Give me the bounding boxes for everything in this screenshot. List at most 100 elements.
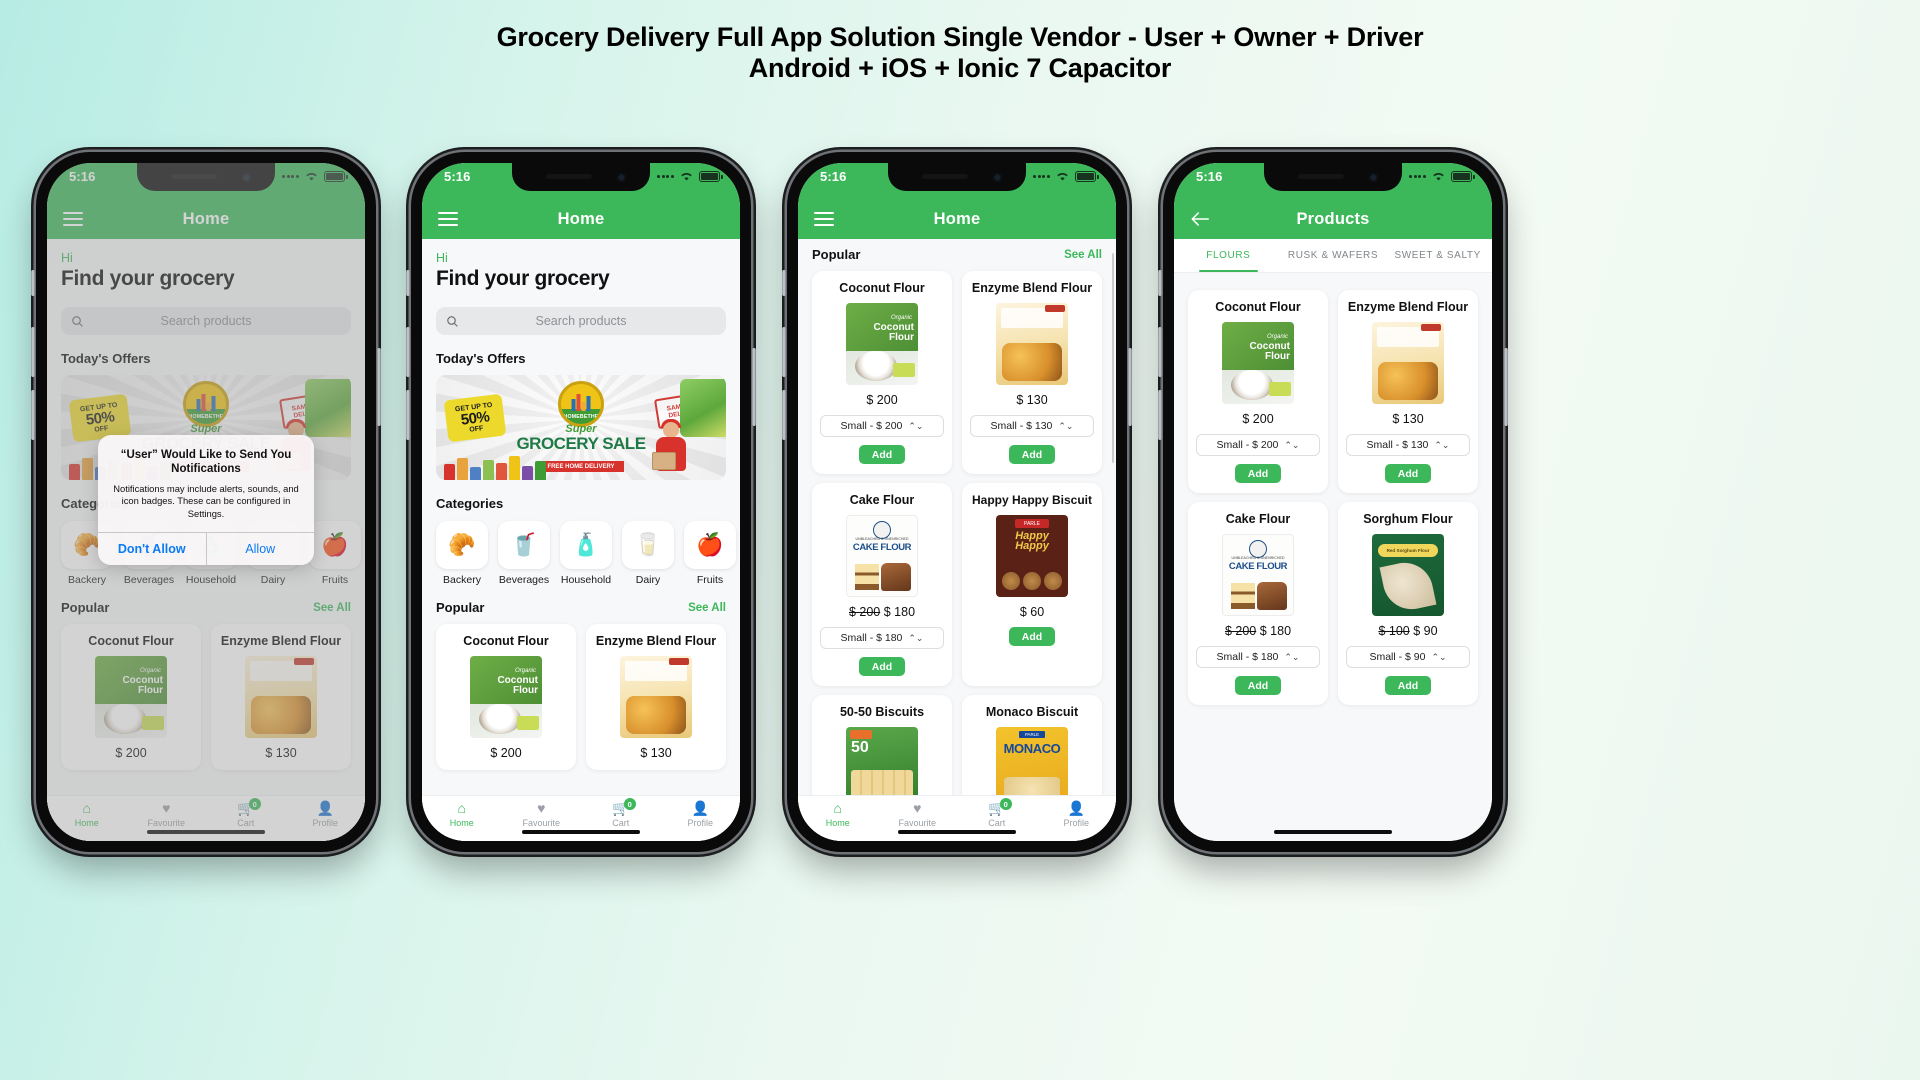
tab-profile[interactable]: 👤 Profile xyxy=(1037,801,1117,828)
chevron-updown-icon: ⌃⌄ xyxy=(1284,439,1300,450)
popular-scroll-view[interactable]: Popular See All Coconut Flour Organic Coc… xyxy=(798,239,1116,841)
bottom-tab-bar: ⌂ Home ♥ Favourite 0 🛒 Cart 👤 Profile xyxy=(798,795,1116,841)
tab-profile[interactable]: 👤 Profile xyxy=(661,801,741,828)
size-select-value: Small - $ 90 xyxy=(1369,651,1426,663)
products-grid-row: Cake Flour UNBLEACHED & UNENRICHED CAKE F… xyxy=(1188,502,1478,705)
size-select[interactable]: Small - $ 200 ⌃⌄ xyxy=(1196,434,1320,456)
product-card[interactable]: Happy Happy Biscuit PARLE Happy Happy $ 60… xyxy=(962,483,1102,686)
apple-icon: 🍎 xyxy=(684,521,736,569)
products-grid-row: Cake Flour UNBLEACHED & UNENRICHED CAKE F… xyxy=(812,483,1102,686)
page-title: Grocery Delivery Full App Solution Singl… xyxy=(0,22,1920,83)
back-arrow-icon[interactable] xyxy=(1190,209,1212,229)
dont-allow-button[interactable]: Don't Allow xyxy=(98,533,207,566)
hamburger-icon[interactable] xyxy=(814,212,834,226)
search-input[interactable]: Search products xyxy=(436,307,726,335)
product-old-price: $ 100 xyxy=(1378,624,1410,638)
categories-section-title: Categories xyxy=(436,496,504,511)
product-card[interactable]: Cake Flour UNBLEACHED & UNENRICHED CAKE F… xyxy=(812,483,952,686)
see-all-link[interactable]: See All xyxy=(1064,249,1102,261)
tab-cart[interactable]: 0 🛒 Cart xyxy=(581,798,661,828)
phone-mockups-row: 5:16 Home Hi Find your grocery Search pr… xyxy=(0,142,1920,862)
power-button xyxy=(377,348,381,426)
product-card[interactable]: Coconut Flour Organic Coconut Flour $ 200 … xyxy=(1188,290,1328,493)
product-price: $ 130 xyxy=(1392,412,1424,426)
tab-home[interactable]: ⌂ Home xyxy=(422,801,502,828)
volume-down-button xyxy=(782,390,786,440)
products-grid-row: Coconut Flour Organic Coconut Flour $ 200 … xyxy=(812,271,1102,474)
add-button[interactable]: Add xyxy=(859,445,905,464)
products-scroll-view[interactable]: FLOURS RUSK & WAFERS SWEET & SALTY Cocon… xyxy=(1174,239,1492,841)
bottom-tab-bar: ⌂ Home ♥ Favourite 0 🛒 Cart 👤 Profile xyxy=(422,795,740,841)
add-button[interactable]: Add xyxy=(1009,445,1055,464)
status-time: 5:16 xyxy=(820,169,847,184)
add-button[interactable]: Add xyxy=(1385,676,1431,695)
see-all-link[interactable]: See All xyxy=(688,602,726,614)
product-name: 50-50 Biscuits xyxy=(839,705,925,719)
product-price: $ 130 xyxy=(1016,393,1048,407)
mute-switch xyxy=(406,270,410,296)
cart-badge: 0 xyxy=(999,798,1012,810)
size-select[interactable]: Small - $ 90 ⌃⌄ xyxy=(1346,646,1470,668)
home-indicator xyxy=(1274,830,1392,834)
categories-list[interactable]: 🥐Backery 🥤Beverages 🧴Household 🥛Dairy 🍎F… xyxy=(436,521,736,586)
size-select-value: Small - $ 180 xyxy=(1216,651,1279,663)
size-select-value: Small - $ 200 xyxy=(1216,439,1279,451)
size-select[interactable]: Small - $ 130 ⌃⌄ xyxy=(970,415,1094,437)
chevron-updown-icon: ⌃⌄ xyxy=(1058,420,1074,431)
product-old-price: $ 200 xyxy=(848,605,881,619)
category-item[interactable]: 🥤Beverages xyxy=(498,521,550,586)
category-item[interactable]: 🍎 Fruits xyxy=(684,521,736,586)
banner-line-1: Grocery Delivery Full App Solution Singl… xyxy=(496,22,1424,52)
add-button[interactable]: Add xyxy=(1009,627,1055,646)
add-button[interactable]: Add xyxy=(859,657,905,676)
notification-permission-dialog: “User” Would Like to Send You Notificati… xyxy=(98,435,315,566)
category-item[interactable]: 🥛Dairy xyxy=(622,521,674,586)
drink-icon: 🥤 xyxy=(498,521,550,569)
volume-down-button xyxy=(406,390,410,440)
allow-button[interactable]: Allow xyxy=(207,533,315,565)
cart-badge: 0 xyxy=(623,798,636,810)
product-name: Monaco Biscuit xyxy=(985,705,1079,719)
product-card[interactable]: Coconut Flour Organic Coconut Flour $ 200 xyxy=(436,624,576,770)
product-card[interactable]: Enzyme Blend Flour $ 130 Small - $ 130 ⌃⌄… xyxy=(962,271,1102,474)
home-scroll-view[interactable]: Hi Find your grocery Search products Tod… xyxy=(422,239,740,841)
size-select[interactable]: Small - $ 200 ⌃⌄ xyxy=(820,415,944,437)
add-button[interactable]: Add xyxy=(1385,464,1431,483)
product-name: Enzyme Blend Flour xyxy=(1347,300,1469,314)
popular-section-title: Popular xyxy=(436,600,485,615)
product-old-price: $ 200 xyxy=(1224,624,1257,638)
nav-bar: Products xyxy=(1174,199,1492,239)
size-select[interactable]: Small - $ 180 ⌃⌄ xyxy=(820,627,944,649)
product-card[interactable]: Enzyme Blend Flour $ 130 xyxy=(586,624,726,770)
size-select[interactable]: Small - $ 130 ⌃⌄ xyxy=(1346,434,1470,456)
product-name: Sorghum Flour xyxy=(1363,512,1453,526)
tab-favourite[interactable]: ♥ Favourite xyxy=(502,801,582,828)
product-card[interactable]: Sorghum Flour Red Sorghum Flour $ 100 $ … xyxy=(1338,502,1478,705)
signal-icon xyxy=(657,175,674,178)
tab-flours[interactable]: FLOURS xyxy=(1176,239,1281,272)
nav-title: Products xyxy=(1296,209,1370,228)
size-select[interactable]: Small - $ 180 ⌃⌄ xyxy=(1196,646,1320,668)
scrollbar[interactable] xyxy=(1111,253,1114,463)
product-card[interactable]: Cake Flour UNBLEACHED & UNENRICHED CAKE F… xyxy=(1188,502,1328,705)
tab-cart[interactable]: 0 🛒 Cart xyxy=(957,798,1037,828)
home-icon: ⌂ xyxy=(457,800,466,816)
size-select-value: Small - $ 130 xyxy=(1366,439,1429,451)
offers-banner[interactable]: GET UP TO 50% OFF HOMEBETHE SAME DAY DEL… xyxy=(436,375,726,480)
category-item[interactable]: 🥐 Backery xyxy=(436,521,488,586)
category-item[interactable]: 🧴Household xyxy=(560,521,612,586)
tab-rusk-wafers[interactable]: RUSK & WAFERS xyxy=(1281,239,1386,272)
product-card[interactable]: Coconut Flour Organic Coconut Flour $ 200 … xyxy=(812,271,952,474)
add-button[interactable]: Add xyxy=(1235,676,1281,695)
hamburger-icon[interactable] xyxy=(438,212,458,226)
phone-frame-2: 5:16 Home Hi Find your grocery Search pr… xyxy=(406,152,756,852)
add-button[interactable]: Add xyxy=(1235,464,1281,483)
mute-switch xyxy=(782,270,786,296)
product-card[interactable]: Enzyme Blend Flour $ 130 Small - $ 130 ⌃⌄… xyxy=(1338,290,1478,493)
phone-screen-2: 5:16 Home Hi Find your grocery Search pr… xyxy=(422,163,740,841)
size-select-value: Small - $ 200 xyxy=(840,420,903,432)
tab-favourite[interactable]: ♥ Favourite xyxy=(878,801,958,828)
cart-icon: 🛒 xyxy=(612,800,630,816)
tab-sweet-salty[interactable]: SWEET & SALTY xyxy=(1385,239,1490,272)
tab-home[interactable]: ⌂ Home xyxy=(798,801,878,828)
